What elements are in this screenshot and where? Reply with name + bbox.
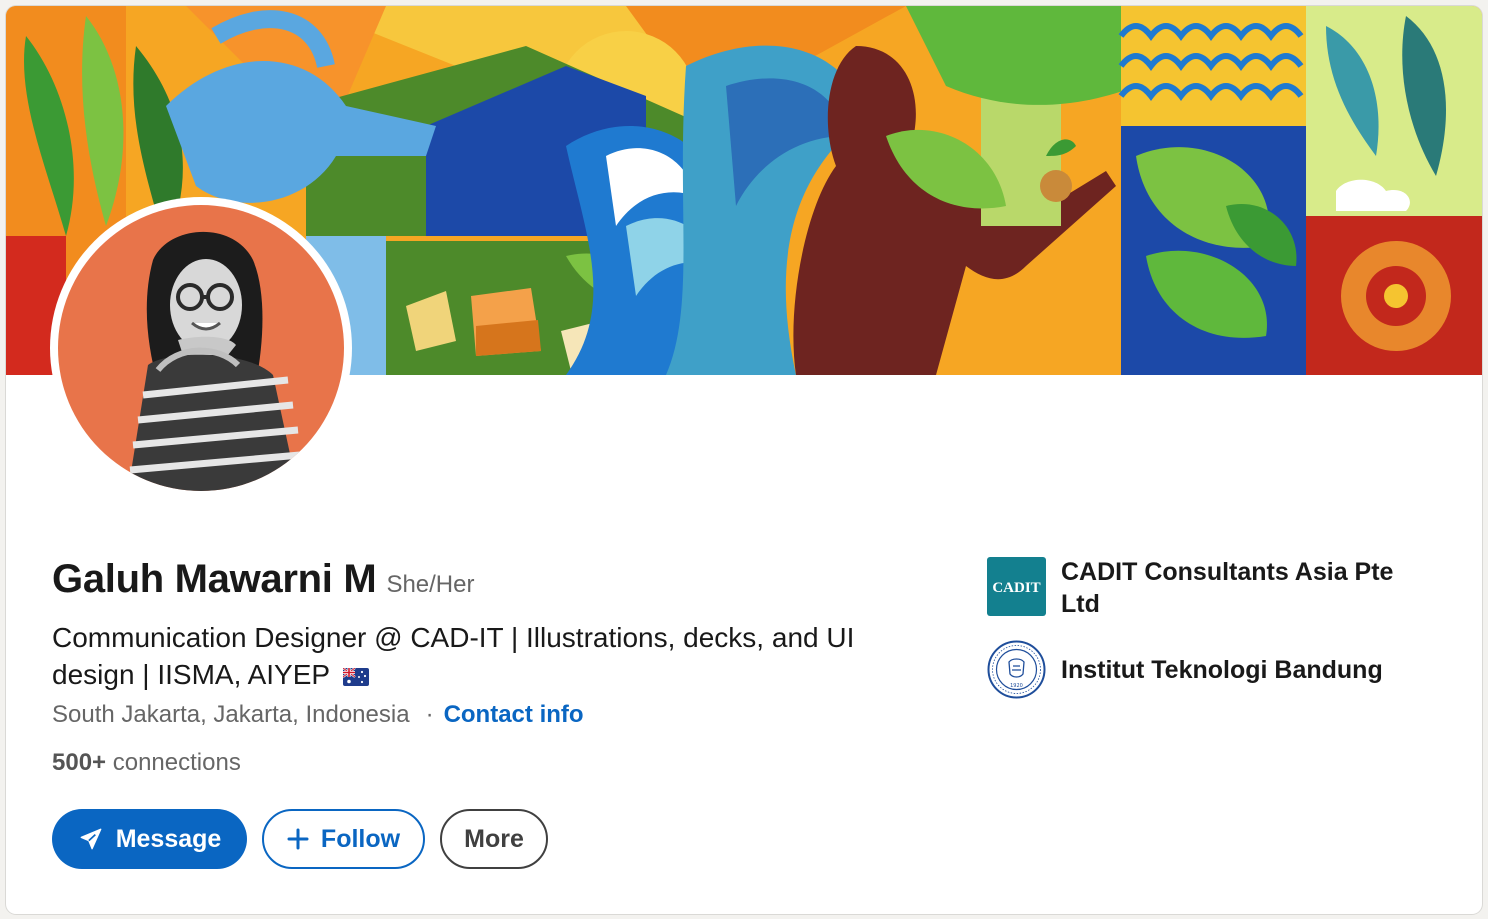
location-row: South Jakarta, Jakarta, Indonesia · Cont…: [52, 701, 584, 729]
connections-count[interactable]: 500+ connections: [52, 749, 241, 777]
avatar-image: [58, 205, 344, 491]
more-button-label: More: [464, 824, 524, 853]
profile-name: Galuh Mawarni M: [52, 557, 377, 601]
location-text: South Jakarta, Jakarta, Indonesia: [52, 701, 410, 728]
name-row: Galuh Mawarni M She/Her: [52, 557, 474, 602]
current-company-name: CADIT Consultants Asia Pte Ltd: [1061, 558, 1394, 618]
australia-flag-icon: [343, 668, 370, 686]
pronouns: She/Her: [386, 571, 475, 598]
profile-photo[interactable]: [50, 197, 352, 499]
message-button-label: Message: [115, 824, 222, 853]
contact-info-link[interactable]: Contact info: [444, 701, 584, 729]
message-button[interactable]: Message: [52, 809, 247, 869]
cadit-logo: CADIT: [987, 557, 1046, 616]
plus-icon: [287, 828, 309, 850]
more-button[interactable]: More: [440, 809, 548, 869]
headline-text: Communication Designer @ CAD-IT | Illust…: [52, 622, 855, 690]
cadit-logo-text: CADIT: [992, 580, 1040, 596]
education-school-link[interactable]: 1920 Institut Teknologi Bandung: [987, 640, 1431, 699]
connections-number: 500+: [52, 749, 107, 776]
connections-label: connections: [112, 749, 241, 776]
follow-button-label: Follow: [320, 824, 401, 853]
profile-headline: Communication Designer @ CAD-IT | Illust…: [52, 619, 942, 693]
profile-card: Galuh Mawarni M She/Her Communication De…: [6, 6, 1482, 914]
current-company-link[interactable]: CADIT CADIT Consultants Asia Pte Ltd: [987, 557, 1431, 620]
school-name: Institut Teknologi Bandung: [1061, 656, 1383, 684]
follow-button[interactable]: Follow: [262, 809, 425, 869]
separator-dot: ·: [425, 701, 434, 728]
send-icon: [78, 826, 104, 852]
itb-seal-icon: 1920: [987, 640, 1046, 699]
itb-seal-year: 1920: [1010, 683, 1023, 689]
